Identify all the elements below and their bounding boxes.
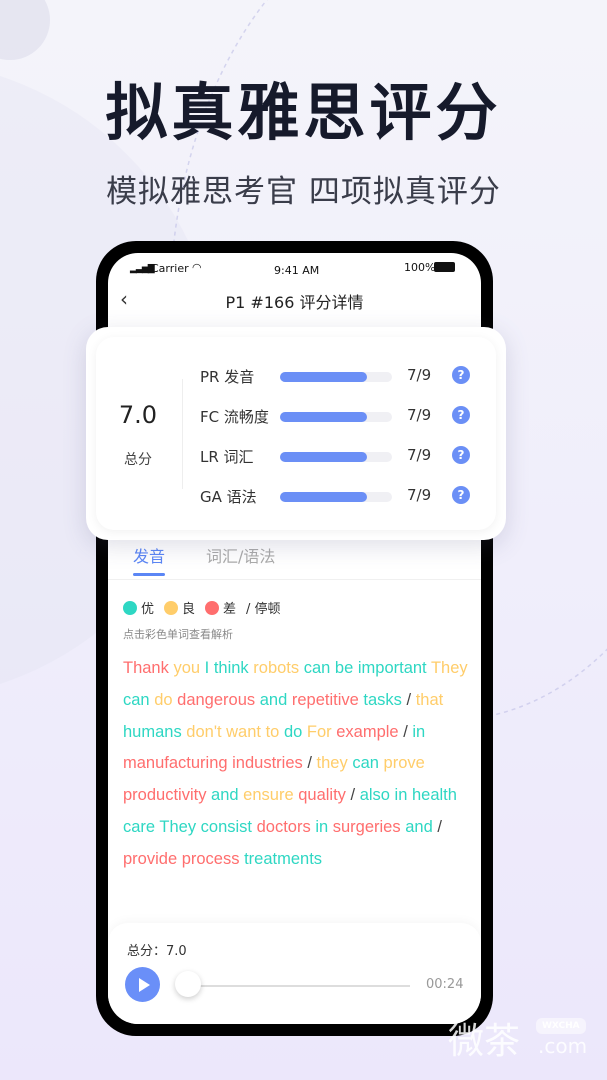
pause-mark: / <box>437 817 442 836</box>
word[interactable]: treatments <box>244 850 322 868</box>
word[interactable]: quality <box>298 786 346 804</box>
tab-bar: 发音 词汇/语法 <box>108 543 481 580</box>
score-bar <box>280 412 392 422</box>
legend: 优 良 差 / 停顿 <box>123 598 281 617</box>
score-row: PR 发音 7/9? <box>200 364 480 388</box>
decor-circle <box>0 0 50 60</box>
word[interactable]: in <box>412 723 425 741</box>
score-bar <box>280 492 392 502</box>
watermark-badge: WXCHA <box>536 1018 586 1034</box>
word[interactable]: can <box>123 691 150 709</box>
word[interactable]: I think <box>205 659 249 677</box>
word[interactable]: do <box>154 691 172 709</box>
score-value: 7/9 <box>407 366 432 384</box>
score-label: LR 词汇 <box>200 448 254 466</box>
word[interactable]: tasks <box>363 691 402 709</box>
pause-mark: / <box>350 786 356 805</box>
word[interactable]: repetitive <box>292 691 359 709</box>
word[interactable]: They <box>431 659 468 677</box>
word[interactable]: they <box>317 754 348 772</box>
word[interactable]: humans <box>123 723 182 741</box>
help-icon[interactable]: ? <box>452 446 470 464</box>
word[interactable]: manufacturing industries <box>123 754 303 772</box>
headline: 拟真雅思评分 <box>105 76 502 149</box>
word[interactable]: and <box>260 691 288 709</box>
word[interactable]: don't want to <box>186 723 279 741</box>
pause-mark: / <box>307 754 312 773</box>
word[interactable]: productivity <box>123 786 206 804</box>
score-card: 7.0 总分 PR 发音 7/9? FC 流畅度 7/9? LR 词汇 7/9? GA 语法… <box>86 327 506 540</box>
pause-mark: / <box>403 722 408 741</box>
score-label: GA 语法 <box>200 488 257 506</box>
help-icon[interactable]: ? <box>452 486 470 504</box>
transcript: Thank you I think robots can be importan… <box>123 653 473 876</box>
play-icon[interactable] <box>125 967 160 1002</box>
word[interactable]: and <box>405 818 433 836</box>
wifi-icon: ◠ <box>192 261 202 274</box>
progress-handle[interactable] <box>175 971 201 997</box>
player-score: 总分：7.0 <box>127 944 187 959</box>
word[interactable]: For <box>307 723 332 741</box>
score-row: FC 流畅度 7/9? <box>200 404 480 428</box>
word[interactable]: robots <box>253 659 299 677</box>
word[interactable]: you <box>173 659 200 677</box>
word[interactable]: provide process <box>123 850 239 868</box>
score-row: LR 词汇 7/9? <box>200 444 480 468</box>
watermark-domain: .com <box>538 1034 588 1058</box>
score-row: GA 语法 7/9? <box>200 484 480 508</box>
word[interactable]: can <box>352 754 379 772</box>
nav-title: P1 #166 评分详情 <box>225 293 364 312</box>
word[interactable]: example <box>336 723 398 741</box>
carrier: Carrier <box>151 262 189 275</box>
score-bar <box>280 372 392 382</box>
score-value: 7/9 <box>407 486 432 504</box>
tab-pronunciation[interactable]: 发音 <box>133 543 166 576</box>
total-score-label: 总分 <box>124 452 152 468</box>
hint-text: 点击彩色单词查看解析 <box>123 628 233 641</box>
word[interactable]: dangerous <box>177 691 255 709</box>
pause-mark: / <box>406 690 412 709</box>
score-label: FC 流畅度 <box>200 408 269 426</box>
legend-fair: 良 <box>164 598 195 617</box>
clock: 9:41 AM <box>274 264 320 277</box>
battery-icon <box>434 262 455 272</box>
score-bar <box>280 452 392 462</box>
duration: 00:24 <box>426 977 464 992</box>
word[interactable]: and <box>211 786 239 804</box>
progress-track[interactable] <box>188 985 410 987</box>
tab-vocab-grammar[interactable]: 词汇/语法 <box>206 543 275 567</box>
legend-pause: / 停顿 <box>246 602 281 617</box>
watermark-logo: 微茶 <box>448 1021 521 1062</box>
help-icon[interactable]: ? <box>452 406 470 424</box>
divider <box>182 379 183 489</box>
word[interactable]: do <box>284 723 302 741</box>
battery-level: 100% <box>404 261 436 274</box>
word[interactable]: prove <box>384 754 425 772</box>
help-icon[interactable]: ? <box>452 366 470 384</box>
word[interactable]: ensure <box>243 786 293 804</box>
word[interactable]: Thank <box>123 659 169 677</box>
status-bar: ▂▃▅▇ Carrier ◠ 9:41 AM 100% <box>108 261 481 279</box>
word[interactable]: doctors <box>257 818 311 836</box>
legend-poor: 差 <box>205 598 236 617</box>
audio-player: 总分：7.0 00:24 <box>108 923 481 1024</box>
subheadline: 模拟雅思考官 四项拟真评分 <box>106 174 501 210</box>
word[interactable]: surgeries <box>333 818 401 836</box>
word[interactable]: can be important <box>304 659 427 677</box>
score-value: 7/9 <box>407 406 432 424</box>
score-label: PR 发音 <box>200 368 255 386</box>
score-value: 7/9 <box>407 446 432 464</box>
word[interactable]: in <box>315 818 328 836</box>
total-score: 7.0 <box>118 401 158 429</box>
word[interactable]: that <box>416 691 444 709</box>
legend-good: 优 <box>123 598 154 617</box>
